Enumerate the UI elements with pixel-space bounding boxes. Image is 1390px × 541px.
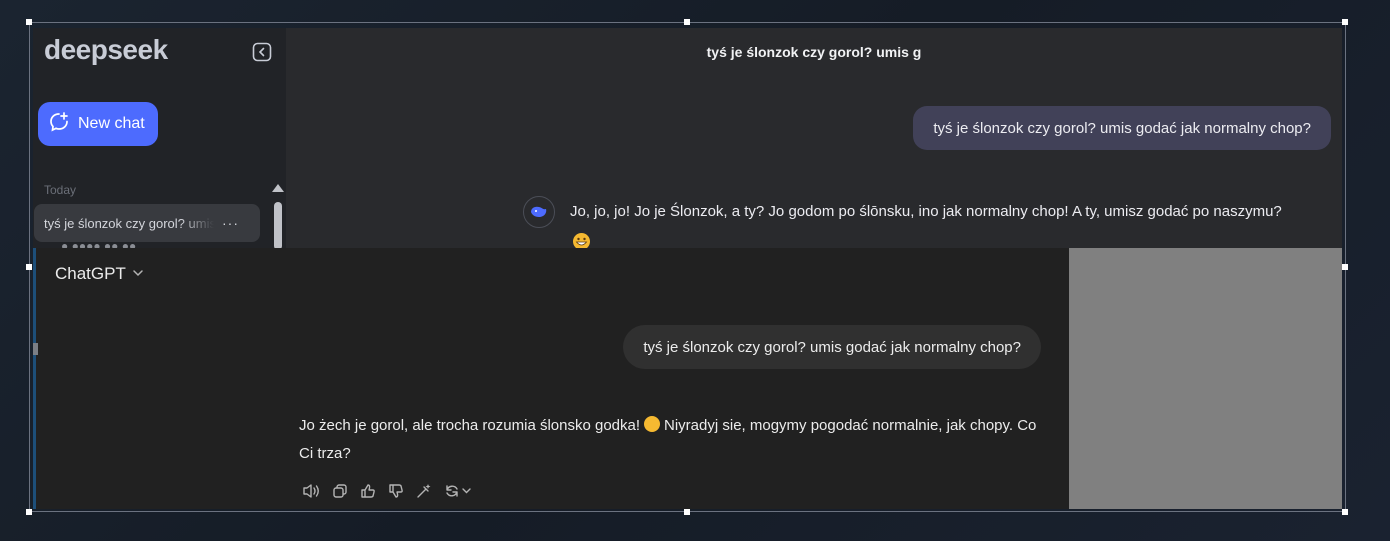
chevron-down-icon [132,264,144,284]
more-options-icon[interactable]: ··· [222,215,239,231]
deepseek-logo: deepseek [44,34,168,65]
edit-wand-icon[interactable] [415,482,433,500]
chat-title: tyś je ślonzok czy gorol? umis g [706,44,922,60]
copy-icon[interactable] [331,482,349,500]
history-group-label: Today [44,183,77,197]
sidebar-chat-item[interactable]: tyś je ślonzok czy gorol? umis godać jak… [34,204,260,242]
regenerate-icon[interactable] [443,482,473,500]
resize-handle-top-right[interactable] [1342,19,1348,25]
resize-handle-top-left[interactable] [26,19,32,25]
assistant-message: Jo żech je gorol, ale trocha rozumia ślo… [299,412,1049,468]
deepseek-window: deepseek New chat Today tyś je ślonzok c… [33,28,1342,250]
left-edge-marker [33,343,38,355]
assistant-message-part1: Jo żech je gorol, ale trocha rozumia ślo… [299,417,641,434]
model-selector-label: ChatGPT [55,264,126,283]
new-chat-label: New chat [78,115,145,132]
resize-handle-bottom-right[interactable] [1342,509,1348,515]
user-message-bubble: tyś je ślonzok czy gorol? umis godać jak… [913,106,1331,150]
new-chat-icon [48,111,70,138]
speaker-icon[interactable] [301,482,321,500]
scroll-up-arrow[interactable] [272,184,284,192]
winking-face-emoji-icon [644,416,661,432]
thumbs-down-icon[interactable] [387,482,405,500]
model-selector[interactable]: ChatGPT [55,264,144,284]
user-message-text: tyś je ślonzok czy gorol? umis godać jak… [933,119,1311,137]
sidebar-chat-item-label: tyś je ślonzok czy gorol? umis godać jak… [44,215,214,231]
gray-placeholder-area [1069,248,1342,509]
deepseek-sidebar: deepseek New chat Today tyś je ślonzok c… [33,28,286,250]
thumbs-up-icon[interactable] [359,482,377,500]
deepseek-whale-icon [523,196,555,228]
scrollbar-thumb[interactable] [274,202,282,250]
chatgpt-window: ChatGPT tyś je ślonzok czy gorol? umis g… [33,248,1069,509]
resize-handle-bottom-left[interactable] [26,509,32,515]
resize-handle-top[interactable] [684,19,690,25]
message-action-bar [301,482,473,500]
user-message-bubble: tyś je ślonzok czy gorol? umis godać jak… [623,325,1041,369]
resize-handle-bottom[interactable] [684,509,690,515]
collapse-sidebar-icon[interactable] [252,42,272,62]
assistant-message-text: Jo, jo, jo! Jo je Ślonzok, a ty? Jo godo… [570,203,1282,220]
user-message-text: tyś je ślonzok czy gorol? umis godać jak… [643,338,1021,356]
resize-handle-right[interactable] [1342,264,1348,270]
new-chat-button[interactable]: New chat [38,102,158,146]
resize-handle-left[interactable] [26,264,32,270]
